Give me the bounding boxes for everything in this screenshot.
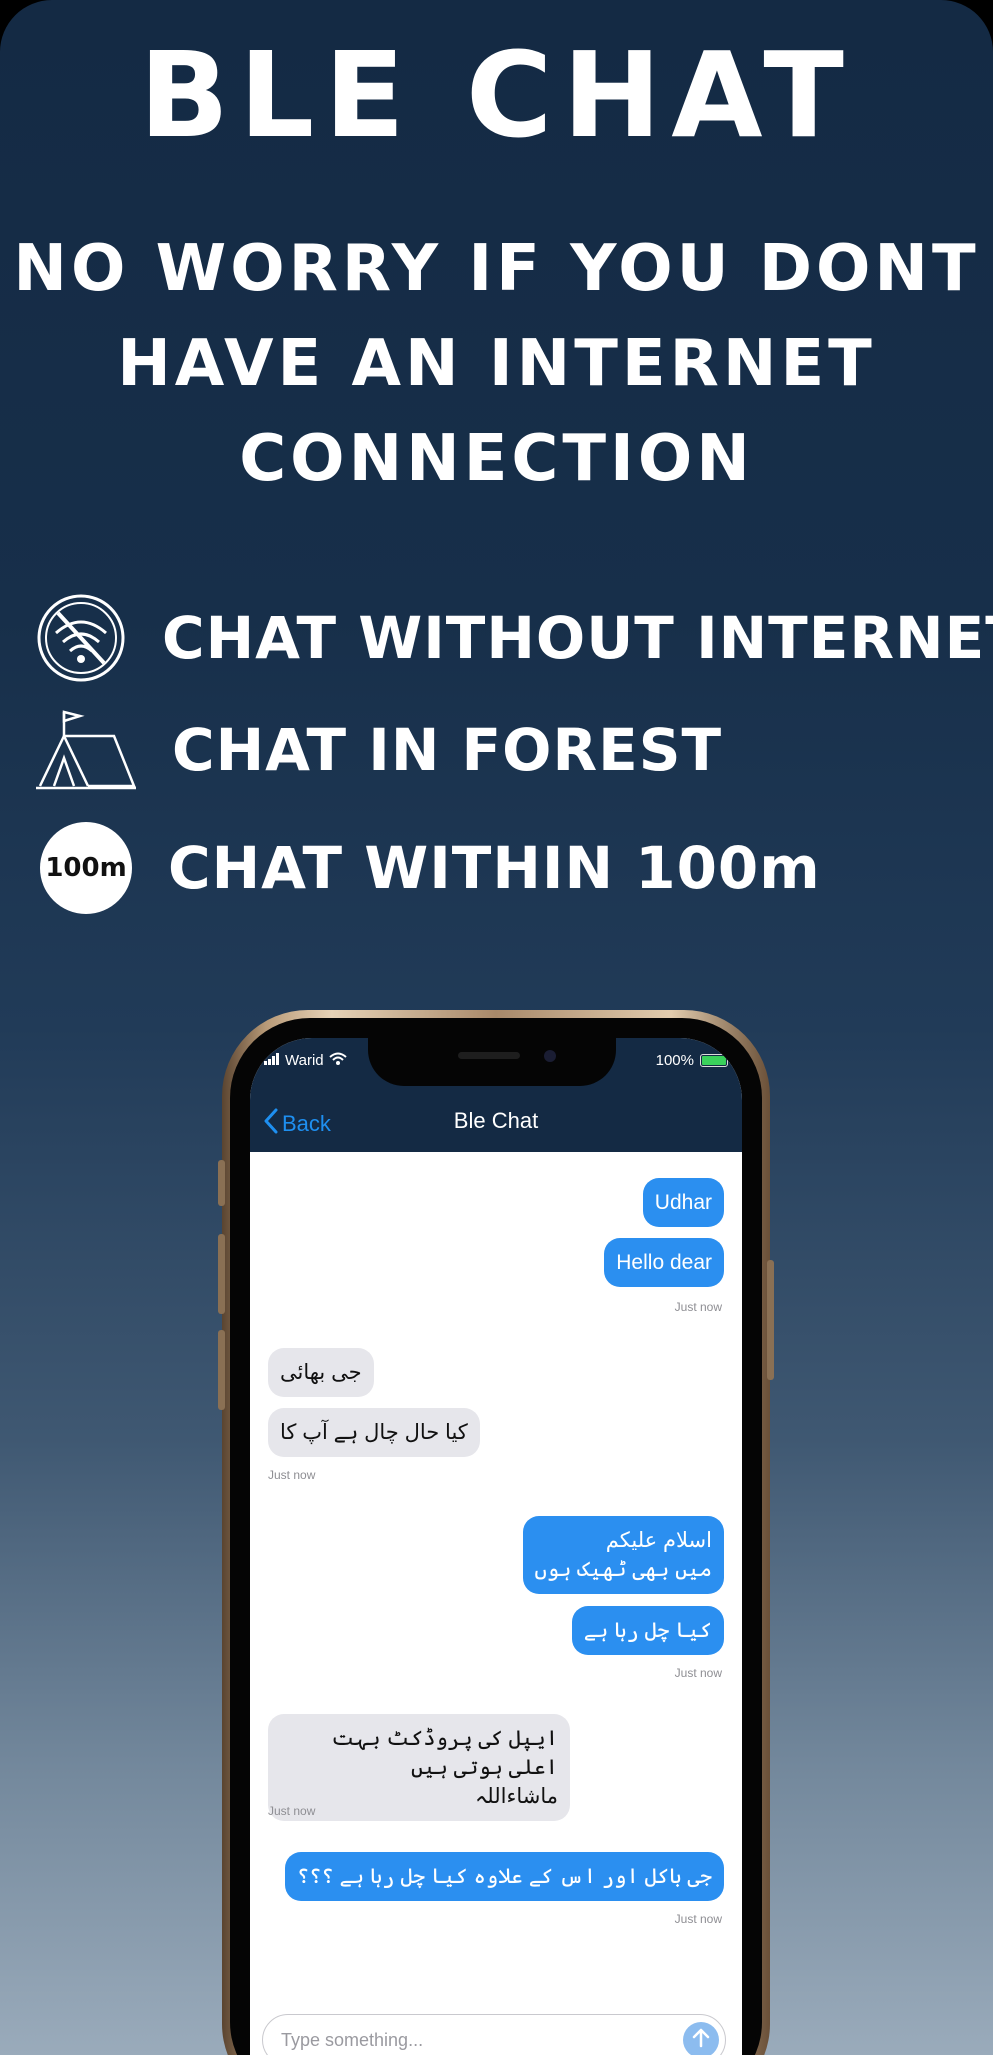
message-input[interactable] [281, 2027, 661, 2053]
tagline-line-3: CONNECTION [239, 422, 754, 496]
range-badge: 100m [40, 822, 132, 914]
phone-notch [368, 1038, 616, 1086]
message-bubble-outgoing: جی باکل اور اس کے علاوہ کیا چل رہا ہے ؟؟… [284, 1852, 724, 1901]
front-camera [544, 1050, 556, 1062]
message-timestamp: Just now [674, 1300, 722, 1314]
tagline-line-1: NO WORRY IF YOU DONT [13, 232, 980, 306]
status-right: 100% [655, 1052, 731, 1069]
message-bubble-incoming: جی بھائی [268, 1348, 374, 1397]
chat-title: Ble Chat [453, 1108, 539, 1133]
feature-label-no-internet: CHAT WITHOUT INTERNET [162, 604, 993, 672]
message-bubble-outgoing: کیا چل رہا ہے [571, 1606, 724, 1655]
message-timestamp: Just now [268, 1468, 316, 1482]
phone-volume-down-button [218, 1330, 225, 1410]
app-title: BLE CHAT [139, 26, 854, 164]
status-left: Warid [264, 1052, 347, 1069]
tagline: NO WORRY IF YOU DONT HAVE AN INTERNET CO… [0, 222, 993, 507]
battery-icon [700, 1054, 731, 1067]
wifi-icon [328, 1052, 347, 1069]
no-wifi-icon [36, 588, 126, 688]
message-bubble-outgoing: Hello dear [604, 1238, 724, 1287]
feature-range: 100m CHAT WITHIN 100m [36, 818, 976, 918]
phone-volume-up-button [218, 1234, 225, 1314]
carrier-name: Warid [285, 1052, 324, 1069]
message-bubble-outgoing: Udhar [642, 1178, 724, 1227]
promo-page: BLE CHAT NO WORRY IF YOU DONT HAVE AN IN… [0, 0, 993, 2055]
phone-mockup: Warid 100% Back Ble Chat Udhar Hello dea… [218, 1010, 774, 2055]
arrow-up-icon [692, 2028, 710, 2053]
feature-forest: CHAT IN FOREST [36, 700, 976, 800]
feature-label-range: CHAT WITHIN 100m [168, 834, 821, 902]
signal-icon [264, 1052, 280, 1069]
send-button[interactable] [683, 2022, 719, 2055]
message-list: Udhar Hello dear Just now جی بھائی کیا ح… [250, 1152, 742, 2055]
message-timestamp: Just now [268, 1804, 316, 1818]
range-badge-icon: 100m [36, 818, 136, 918]
navigation-bar: Warid 100% Back Ble Chat [250, 1038, 742, 1152]
feature-no-internet: CHAT WITHOUT INTERNET [36, 588, 993, 688]
phone-bezel: Warid 100% Back Ble Chat Udhar Hello dea… [230, 1018, 762, 2055]
tent-icon [36, 700, 136, 800]
phone-screen: Warid 100% Back Ble Chat Udhar Hello dea… [250, 1038, 742, 2055]
message-bubble-incoming: کیا حال چال ہے آپ کا [268, 1408, 480, 1457]
speaker-grille [458, 1052, 520, 1059]
tagline-line-2: HAVE AN INTERNET [117, 327, 876, 401]
feature-label-forest: CHAT IN FOREST [172, 716, 723, 784]
battery-percent: 100% [655, 1052, 694, 1069]
phone-side-button [218, 1160, 225, 1206]
message-timestamp: Just now [674, 1912, 722, 1926]
message-bubble-outgoing: اسلام علیکم میں بھی ٹھیک ہوں [522, 1516, 724, 1594]
message-timestamp: Just now [674, 1666, 722, 1680]
phone-power-button [767, 1260, 774, 1380]
message-composer [262, 2014, 726, 2055]
